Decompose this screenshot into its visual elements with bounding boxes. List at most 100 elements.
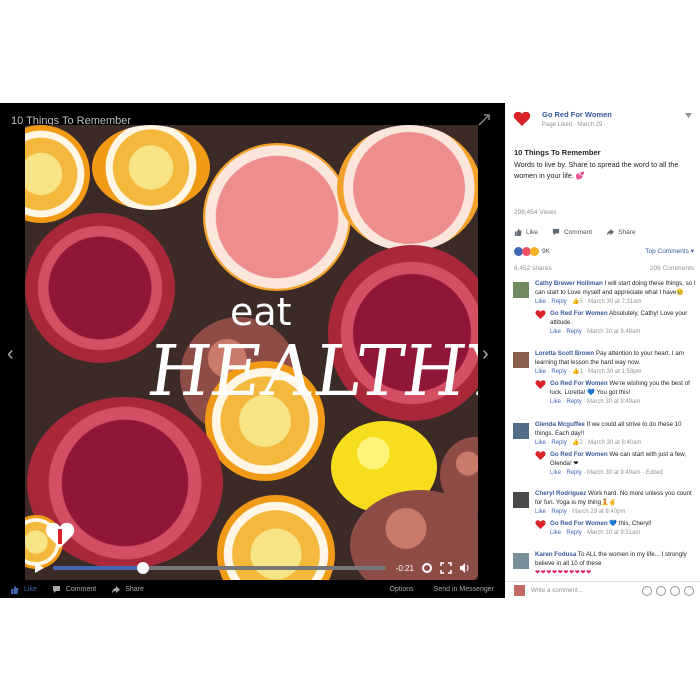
page-meta: Page Liked · March 29 · [542, 122, 607, 128]
commenter-name[interactable]: Cathy Brewer Holliman [535, 280, 603, 287]
video-player[interactable]: 10 Things To Remember ‹ › eat HEALTHY -0… [0, 103, 505, 598]
page-name-link[interactable]: Go Red For Women [542, 110, 612, 119]
post-like-label: Like [526, 228, 538, 236]
progress-bar[interactable] [53, 562, 386, 574]
reply-reply-link[interactable]: Reply [566, 399, 581, 405]
comment-button[interactable]: Comment [52, 585, 96, 594]
comment-attachment-icons [638, 585, 694, 596]
progress-knob[interactable] [136, 562, 149, 574]
go-red-reply-avatar[interactable] [535, 450, 546, 461]
play-icon[interactable] [33, 562, 45, 574]
chevron-down-icon[interactable] [685, 113, 692, 118]
commenter-name[interactable]: Glenda Mcguffee [535, 421, 585, 428]
grapefruit-half [337, 125, 478, 251]
reply-reply-link[interactable]: Reply [566, 470, 581, 476]
reply-author[interactable]: Go Red For Women [550, 520, 608, 527]
top-comments-dropdown[interactable]: Top Comments ▾ [645, 247, 694, 255]
write-comment-input[interactable]: Write a comment... [531, 587, 583, 594]
user-avatar [514, 585, 525, 596]
post-share-button[interactable]: Share [606, 228, 635, 236]
video-action-bar: Like Comment Share Options Send in Messe… [0, 580, 505, 598]
like-button[interactable]: Like [10, 585, 37, 594]
comments-list: Cathy Brewer Holliman I will start doing… [510, 279, 700, 580]
commenter-name[interactable]: Karen Fodusa [535, 551, 576, 558]
settings-icon[interactable] [421, 562, 433, 574]
comments-count[interactable]: 206 Comments [650, 265, 694, 272]
reply-author[interactable]: Go Red For Women [550, 380, 608, 387]
expand-icon[interactable] [477, 113, 491, 127]
fullscreen-icon[interactable] [440, 562, 452, 574]
reaction-count[interactable]: 9K [542, 248, 550, 255]
like-label: Like [24, 585, 37, 593]
comment-meta: Like · Reply · 👍5 · March 30 at 7:31am [535, 299, 642, 305]
post-share-label: Share [618, 228, 636, 236]
comment-meta: Like · Reply · 👍1 · March 30 at 1:58pm [535, 369, 642, 375]
comment-label: Comment [65, 585, 97, 593]
emoji-icon[interactable] [642, 585, 652, 596]
write-comment-bar[interactable]: Write a comment... [505, 581, 700, 599]
reply-author[interactable]: Go Red For Women [550, 451, 608, 458]
reply-like-link[interactable]: Like [550, 329, 561, 335]
comment-like-link[interactable]: Like [535, 299, 546, 305]
comment-icon [52, 585, 60, 593]
orange-slice [92, 125, 210, 210]
comment: Cathy Brewer Holliman I will start doing… [510, 279, 700, 346]
post-side-panel: Go Red For Women Page Liked · March 29 ·… [505, 103, 700, 598]
next-arrow-icon[interactable]: › [482, 343, 494, 365]
commenter-avatar[interactable] [513, 352, 529, 368]
commenter-avatar[interactable] [513, 553, 529, 569]
camera-icon[interactable] [656, 585, 666, 596]
reply: Go Red For Women We're wishing you the b… [535, 379, 700, 407]
comment: Glenda Mcguffee If we could all strive t… [510, 420, 700, 486]
gif-icon[interactable] [670, 585, 680, 596]
sticker-icon[interactable] [684, 585, 694, 596]
commenter-name[interactable]: Cheryl Rodriguez [535, 490, 586, 497]
reply-author[interactable]: Go Red For Women [550, 310, 608, 317]
commenter-name[interactable]: Loretta Scott Brown [535, 350, 594, 357]
comment-like-link[interactable]: Like [535, 509, 546, 515]
volume-icon[interactable] [459, 562, 471, 574]
go-red-avatar[interactable] [511, 108, 533, 130]
send-in-messenger-link[interactable]: Send in Messenger [434, 586, 494, 593]
shares-count[interactable]: 6,452 shares [514, 265, 552, 272]
share-icon [607, 228, 615, 236]
reply-reply-link[interactable]: Reply [566, 530, 581, 536]
comment-meta-rest: · 👍1 · March 30 at 1:58pm [568, 369, 642, 375]
grapefruit-half [203, 143, 351, 291]
commenter-avatar[interactable] [513, 492, 529, 508]
video-controls: -0:21 [25, 557, 478, 579]
reply-meta: Like · Reply · March 30 at 9:49am · Edit… [550, 470, 663, 476]
reply-meta-rest: · March 30 at 9:49am · Edited [583, 470, 663, 476]
comment-reply-link[interactable]: Reply [551, 299, 566, 305]
reply-like-link[interactable]: Like [550, 470, 561, 476]
comment-reply-link[interactable]: Reply [551, 509, 566, 515]
previous-arrow-icon[interactable]: ‹ [7, 343, 19, 365]
reply-body: Go Red For Women Absolutely, Cathy! Love… [550, 309, 700, 337]
go-red-reply-avatar[interactable] [535, 519, 546, 530]
comment-reply-link[interactable]: Reply [551, 369, 566, 375]
overlay-healthy-text: HEALTHY [143, 330, 478, 412]
photo-viewer: 10 Things To Remember ‹ › eat HEALTHY -0… [0, 103, 700, 598]
reply-meta: Like · Reply · March 30 at 9:51am [550, 530, 641, 536]
reply-like-link[interactable]: Like [550, 399, 561, 405]
commenter-avatar[interactable] [513, 423, 529, 439]
options-link[interactable]: Options [390, 586, 414, 593]
go-red-reply-avatar[interactable] [535, 309, 546, 320]
post-comment-button[interactable]: Comment [552, 228, 592, 236]
reply-reply-link[interactable]: Reply [566, 329, 581, 335]
comment-like-link[interactable]: Like [535, 369, 546, 375]
wow-reaction-icon [530, 246, 539, 256]
go-red-reply-avatar[interactable] [535, 379, 546, 390]
comment: Karen Fodusa To ALL the women in my life… [510, 550, 700, 577]
comment-body: Loretta Scott Brown Pay attention to you… [535, 349, 700, 377]
share-label: Share [125, 585, 144, 593]
comment-like-link[interactable]: Like [535, 440, 546, 446]
video-frame: eat HEALTHY [25, 125, 478, 580]
comment-reply-link[interactable]: Reply [551, 440, 566, 446]
reply-like-link[interactable]: Like [550, 530, 561, 536]
reply-meta-rest: · March 30 at 9:51am [583, 530, 641, 536]
commenter-avatar[interactable] [513, 282, 529, 298]
reaction-icons[interactable] [514, 246, 539, 256]
share-button[interactable]: Share [111, 585, 144, 594]
post-like-button[interactable]: Like [514, 228, 538, 236]
